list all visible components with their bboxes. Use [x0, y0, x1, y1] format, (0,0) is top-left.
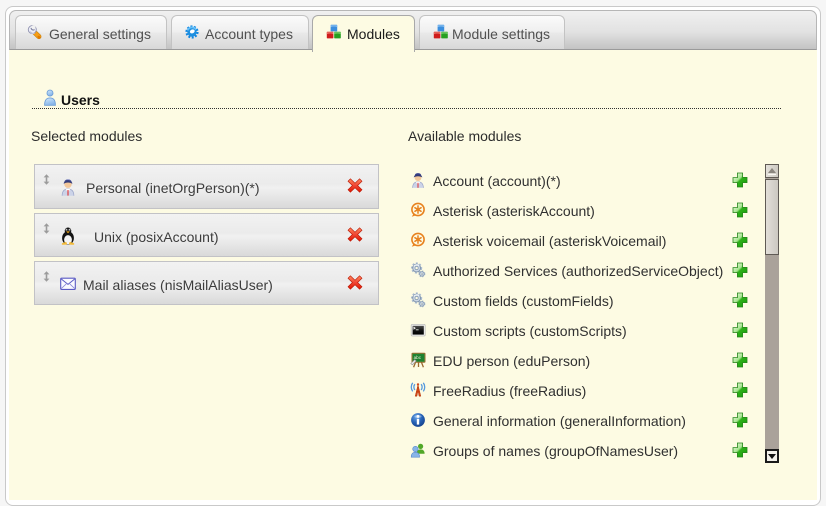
svg-text:abc: abc: [414, 355, 422, 360]
